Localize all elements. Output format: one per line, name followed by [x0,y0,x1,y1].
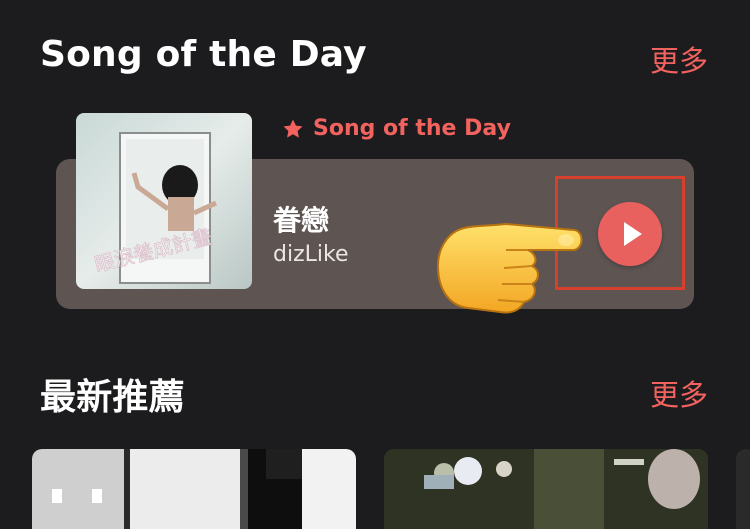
pointing-hand-icon [436,222,583,314]
section-title-new-recommendations: 最新推薦 [40,377,185,418]
recommendation-thumbnail[interactable] [384,449,708,529]
song-of-the-day-badge: Song of the Day [281,116,511,141]
recommendation-thumbnail[interactable] [736,449,750,529]
star-icon [283,119,303,138]
album-cover[interactable]: 眼淚養成計畫 [76,113,252,289]
section-title-song-of-the-day: Song of the Day [40,34,367,75]
play-icon [624,222,642,246]
badge-label: Song of the Day [313,116,511,141]
recommendation-thumbnail[interactable] [32,449,356,529]
more-link-song-of-the-day[interactable]: 更多 [650,38,708,80]
more-link-new-recommendations[interactable]: 更多 [650,372,708,414]
song-title: 眷戀 [273,204,330,237]
song-artist: dizLike [273,242,349,267]
play-button[interactable] [598,202,662,266]
